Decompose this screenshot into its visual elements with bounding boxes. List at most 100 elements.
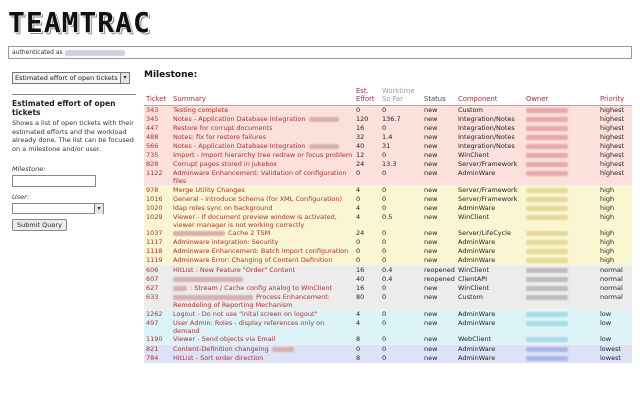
ticket-summary-link[interactable]: Corrupt pages stored in jukebox [171, 160, 354, 169]
ticket-summary-link[interactable]: Adminware Enhancement: Validation of con… [171, 169, 354, 186]
ticket-id-link[interactable]: 488 [144, 133, 171, 142]
ticket-summary-link[interactable]: Import - Import hierarchy tree redraw or… [171, 151, 354, 160]
ticket-summary-link[interactable]: Cache 2 TSM [171, 229, 354, 238]
table-row[interactable]: 1016 General - introduce Schema (for XML … [144, 195, 632, 204]
ticket-id-link[interactable]: 1122 [144, 169, 171, 186]
ticket-summary-link[interactable]: Adminware Enhancement: Batch import conf… [171, 247, 354, 256]
worktime-cell: 0 [380, 354, 422, 363]
auth-label: authenticated as [12, 49, 63, 56]
ticket-id-link[interactable]: 735 [144, 151, 171, 160]
ticket-summary-link[interactable]: User Admin: Roles - display references o… [171, 319, 354, 335]
ticket-id-link[interactable]: 784 [144, 354, 171, 363]
ticket-summary-link[interactable]: Adminware integration: Security [171, 238, 354, 247]
ticket-id-link[interactable]: 627 [144, 284, 171, 293]
ticket-id-link[interactable]: 345 [144, 115, 171, 124]
ticket-summary-link[interactable]: Content-Definition changeing [171, 344, 354, 354]
ticket-id-link[interactable]: 821 [144, 344, 171, 354]
table-row[interactable]: 627: Stream / Cache config analog to Win… [144, 284, 632, 293]
column-header-est-effort[interactable]: Est. Effort [354, 85, 380, 106]
table-row[interactable]: 1037 Cache 2 TSM 24 0 new Server/LifeCycle hig… [144, 229, 632, 238]
table-row[interactable]: 488 Notes: fix for restore failures 32 1.4 n… [144, 133, 632, 142]
submit-query-button[interactable]: Submit Query [12, 219, 67, 231]
ticket-summary-link[interactable]: : Stream / Cache config analog to WinCli… [171, 284, 354, 293]
ticket-id-link[interactable]: 447 [144, 124, 171, 133]
column-header-ticket[interactable]: Ticket [144, 85, 171, 106]
est-effort-cell: 24 [354, 229, 380, 238]
column-header-component[interactable]: Component [456, 85, 524, 106]
ticket-summary-link[interactable]: Viewer - If document preview window is a… [171, 213, 354, 229]
priority-cell: high [598, 238, 632, 247]
ticket-id-link[interactable]: 1262 [144, 309, 171, 319]
column-header-status[interactable]: Status [422, 85, 456, 106]
table-row[interactable]: 345 Notes - Application Database Integrat… [144, 115, 632, 124]
ticket-id-link[interactable]: 1118 [144, 247, 171, 256]
ticket-summary-link[interactable]: Notes - Application Database Integration [171, 115, 354, 124]
table-row[interactable]: 497 User Admin: Roles - display reference… [144, 319, 632, 335]
ticket-summary-link[interactable] [171, 275, 354, 284]
ticket-summary-link[interactable]: HitList : New Feature "Order" Content [171, 265, 354, 275]
table-row[interactable]: 633 Process Enhancement: Remodeling of Re… [144, 293, 632, 310]
ticket-id-link[interactable]: 607 [144, 275, 171, 284]
ticket-id-link[interactable]: 1029 [144, 213, 171, 229]
ticket-id-link[interactable]: 633 [144, 293, 171, 310]
component-cell: WinClient [456, 284, 524, 293]
ticket-summary-link[interactable]: Process Enhancement: Remodeling of Repor… [171, 293, 354, 310]
ticket-id-link[interactable]: 978 [144, 185, 171, 195]
table-row[interactable]: 828 Corrupt pages stored in jukebox 24 13.3… [144, 160, 632, 169]
ticket-id-link[interactable]: 343 [144, 105, 171, 115]
ticket-id-link[interactable]: 1020 [144, 204, 171, 213]
ticket-summary-link[interactable]: HitList - Sort order direction [171, 354, 354, 363]
table-row[interactable]: 1020 ldap roles sync on background 4 0 new Ad… [144, 204, 632, 213]
report-select[interactable]: Estimated effort of open tickets ▾ [12, 72, 130, 84]
ticket-summary-link[interactable]: Logout - Do not use "inital screen on lo… [171, 309, 354, 319]
table-row[interactable]: 1117 Adminware integration: Security 0 0 new… [144, 238, 632, 247]
table-row[interactable]: 978 Merge Utility Changes 4 0 new Server/Fram… [144, 185, 632, 195]
est-effort-cell: 0 [354, 256, 380, 266]
summary-text: Logout - Do not use "inital screen on lo… [173, 310, 318, 318]
table-row[interactable]: 1262 Logout - Do not use "inital screen o… [144, 309, 632, 319]
table-row[interactable]: 784 HitList - Sort order direction 8 0 new Ad… [144, 354, 632, 363]
summary-text: HitList - Sort order direction [173, 354, 264, 362]
table-row[interactable]: 1029 Viewer - If document preview window … [144, 213, 632, 229]
ticket-summary-link[interactable]: General - introduce Schema (for XML Conf… [171, 195, 354, 204]
column-header-summary[interactable]: Summary [171, 85, 354, 106]
table-row[interactable]: 1190 Viewer - Send objects via Email 8 0 new… [144, 335, 632, 345]
ticket-id-link[interactable]: 566 [144, 142, 171, 151]
chevron-down-icon[interactable]: ▾ [120, 73, 129, 83]
ticket-id-link[interactable]: 828 [144, 160, 171, 169]
chevron-down-icon[interactable]: ▾ [94, 204, 103, 214]
ticket-summary-link[interactable]: Viewer - Send objects via Email [171, 335, 354, 345]
table-row[interactable]: 735 Import - Import hierarchy tree redraw… [144, 151, 632, 160]
ticket-summary-link[interactable]: Testing complete [171, 105, 354, 115]
ticket-summary-link[interactable]: Notes: fix for restore failures [171, 133, 354, 142]
ticket-id-link[interactable]: 1037 [144, 229, 171, 238]
ticket-summary-link[interactable]: Restore for corrupt documents [171, 124, 354, 133]
table-row[interactable]: 343 Testing complete 0 0 new Custom highest [144, 105, 632, 115]
ticket-id-link[interactable]: 1117 [144, 238, 171, 247]
table-row[interactable]: 821 Content-Definition changeing 0 0 new Admi… [144, 344, 632, 354]
column-header-worktime[interactable]: Worktime So Far [380, 85, 422, 106]
ticket-id-link[interactable]: 1190 [144, 335, 171, 345]
table-row[interactable]: 1119 Adminware Error: Changing of Content… [144, 256, 632, 266]
ticket-id-link[interactable]: 1016 [144, 195, 171, 204]
column-header-owner[interactable]: Owner [524, 85, 598, 106]
status-cell: new [422, 195, 456, 204]
ticket-id-link[interactable]: 1119 [144, 256, 171, 266]
ticket-summary-link[interactable]: Merge Utility Changes [171, 185, 354, 195]
user-select[interactable]: ▾ [12, 203, 104, 214]
table-row[interactable]: 1122 Adminware Enhancement: Validation of… [144, 169, 632, 186]
table-row[interactable]: 447 Restore for corrupt documents 16 0 new In… [144, 124, 632, 133]
status-cell: new [422, 124, 456, 133]
table-row[interactable]: 607 40 0.4 reopened ClientAPI normal [144, 275, 632, 284]
table-row[interactable]: 606 HitList : New Feature "Order" Content… [144, 265, 632, 275]
ticket-summary-link[interactable]: ldap roles sync on background [171, 204, 354, 213]
ticket-id-link[interactable]: 606 [144, 265, 171, 275]
ticket-summary-link[interactable]: Adminware Error: Changing of Content Def… [171, 256, 354, 266]
owner-cell [524, 293, 598, 310]
ticket-id-link[interactable]: 497 [144, 319, 171, 335]
ticket-summary-link[interactable]: Notes - Application Database Integration [171, 142, 354, 151]
table-row[interactable]: 566 Notes - Application Database Integrat… [144, 142, 632, 151]
column-header-priority[interactable]: Priority [598, 85, 632, 106]
table-row[interactable]: 1118 Adminware Enhancement: Batch import … [144, 247, 632, 256]
milestone-input[interactable] [12, 175, 96, 187]
